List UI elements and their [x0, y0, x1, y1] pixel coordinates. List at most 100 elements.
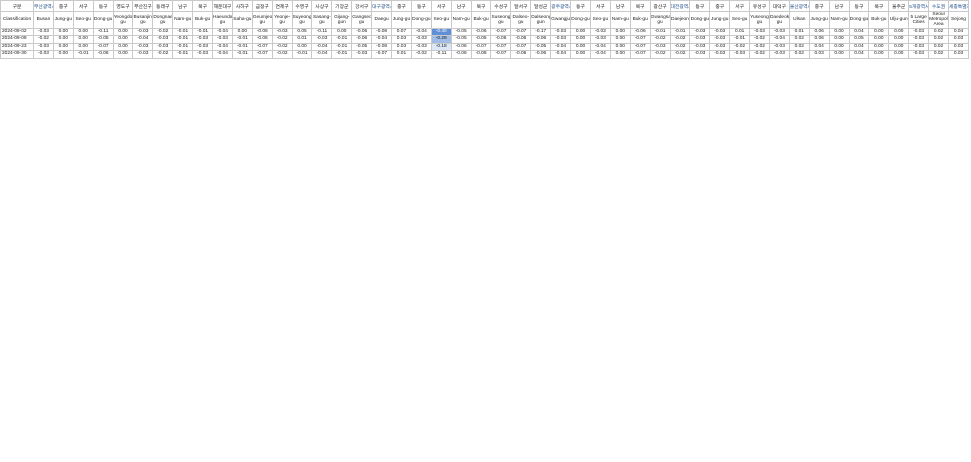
table-cell: -0.04	[768, 35, 790, 44]
column-header-english: Ulju-gun	[888, 11, 910, 29]
column-header-english: Saha-gu	[231, 11, 253, 29]
column-header-english: Ulsan	[788, 11, 810, 29]
table-cell: 0.00	[231, 27, 253, 37]
table-cell: -0.07	[629, 50, 651, 59]
column-header-korean: 동구	[689, 0, 711, 12]
table-cell: 0.03	[391, 42, 412, 52]
table-cell: -0.07	[490, 27, 512, 37]
table-cell: -0.03	[33, 27, 54, 37]
table-cell: 0.01	[788, 27, 810, 37]
table-cell: 0.02	[788, 42, 810, 52]
column-header-korean: 동구	[92, 0, 114, 12]
column-header-english: Nam-gu	[450, 11, 472, 29]
table-cell: -0.01	[172, 50, 194, 59]
column-header-english: Gijang-gun	[331, 11, 353, 29]
table-cell: -0.03	[410, 35, 432, 44]
column-header-korean: 남구	[609, 0, 631, 12]
table-cell: -0.03	[689, 42, 711, 52]
column-header-english: Buk-gu	[470, 11, 492, 29]
table-cell: 0.00	[72, 27, 94, 37]
table-cell: -0.08	[371, 27, 393, 37]
table-cell: -0.03	[768, 27, 790, 37]
table-cell: -0.05	[450, 35, 472, 44]
table-cell: -0.02	[669, 42, 691, 52]
table-cell: 0.02	[928, 27, 949, 37]
column-header-english: Seo-gu	[430, 11, 452, 29]
column-header-korean: 동구	[410, 0, 432, 12]
table-cell: 0.05	[848, 35, 870, 44]
table-cell: -0.02	[33, 35, 54, 44]
table-cell: -0.06	[510, 50, 532, 59]
table-cell: -0.05	[92, 35, 114, 44]
table-cell: 0.00	[112, 35, 134, 44]
table-cell: 0.04	[848, 42, 870, 52]
column-header-korean: 해운대구	[212, 0, 233, 12]
table-cell: -0.40	[430, 27, 452, 37]
table-cell: 0.00	[828, 27, 850, 37]
table-cell: 0.00	[828, 50, 850, 59]
table-cell: -0.02	[749, 50, 770, 59]
table-cell: 0.05	[291, 27, 313, 37]
table-cell: 0.06	[808, 35, 830, 44]
table-cell: -0.11	[311, 27, 333, 37]
table-cell: -0.04	[589, 42, 611, 52]
table-cell: 0.00	[868, 35, 890, 44]
row-date: 2024-09-30	[0, 50, 34, 59]
table-cell: -0.05	[530, 42, 552, 52]
table-cell: -0.03	[749, 27, 770, 37]
column-header-korean: 북구	[470, 0, 492, 12]
table-cell: -0.03	[589, 35, 611, 44]
table-cell: -0.06	[490, 35, 512, 44]
table-cell: -0.03	[689, 35, 711, 44]
table-cell: -0.03	[649, 42, 671, 52]
table-cell: 0.06	[808, 27, 830, 37]
column-header-english: Seo-gu	[589, 11, 611, 29]
table-cell: -0.01	[192, 27, 214, 37]
table-cell: -0.07	[510, 27, 532, 37]
table-cell: -0.08	[371, 42, 393, 52]
table-cell: -0.06	[351, 35, 373, 44]
column-header-english: Dong-gu	[848, 11, 870, 29]
column-header-korean: 남구	[172, 0, 194, 12]
column-header-english: Sasang-gu	[311, 11, 333, 29]
table-cell: -0.06	[450, 50, 472, 59]
table-cell: -0.01	[172, 27, 194, 37]
column-header-korean: 수도권	[928, 0, 949, 12]
table-cell: -0.04	[132, 35, 154, 44]
table-cell: -0.01	[231, 50, 253, 59]
table-cell: -0.07	[490, 50, 512, 59]
table-cell: 0.01	[391, 50, 412, 59]
column-header-english: Sejong	[947, 11, 969, 29]
column-header-korean: 대전광역시	[669, 0, 691, 12]
table-cell: 0.00	[868, 27, 890, 37]
column-header-english: Seo-gu	[72, 11, 94, 29]
table-cell: -0.01	[172, 42, 194, 52]
table-cell: -0.01	[331, 50, 353, 59]
table-cell: 0.00	[828, 42, 850, 52]
table-cell: -0.03	[908, 35, 930, 44]
table-cell: 0.00	[609, 27, 631, 37]
column-header-english: 5 Large Cities	[908, 11, 930, 29]
table-cell: -0.02	[749, 35, 770, 44]
table-cell: -0.03	[192, 35, 214, 44]
column-header-english: Jung-gu	[52, 11, 74, 29]
column-header-english: Seoul Metropolitan Area	[928, 11, 949, 29]
table-cell: -0.04	[371, 35, 393, 44]
column-header-english: Seo-gu	[729, 11, 751, 29]
column-header-korean: 부산진구	[132, 0, 154, 12]
table-cell: -0.06	[251, 27, 273, 37]
table-cell: 0.00	[112, 42, 134, 52]
column-header-korean: 영도구	[112, 0, 134, 12]
table-cell: -0.03	[550, 35, 572, 44]
column-header-korean: 5개광역시	[908, 0, 930, 12]
table-cell: -0.01	[331, 35, 353, 44]
table-cell: -0.07	[251, 42, 273, 52]
table-cell: 0.01	[729, 27, 751, 37]
table-cell: -0.03	[271, 27, 293, 37]
table-cell: -0.05	[470, 35, 492, 44]
table-cell: -0.06	[251, 35, 273, 44]
table-cell: -0.01	[231, 42, 253, 52]
column-header-english: Jung-gu	[391, 11, 412, 29]
column-header-english: Gwangsan-gu	[649, 11, 671, 29]
column-header-korean: 수성구	[490, 0, 512, 12]
